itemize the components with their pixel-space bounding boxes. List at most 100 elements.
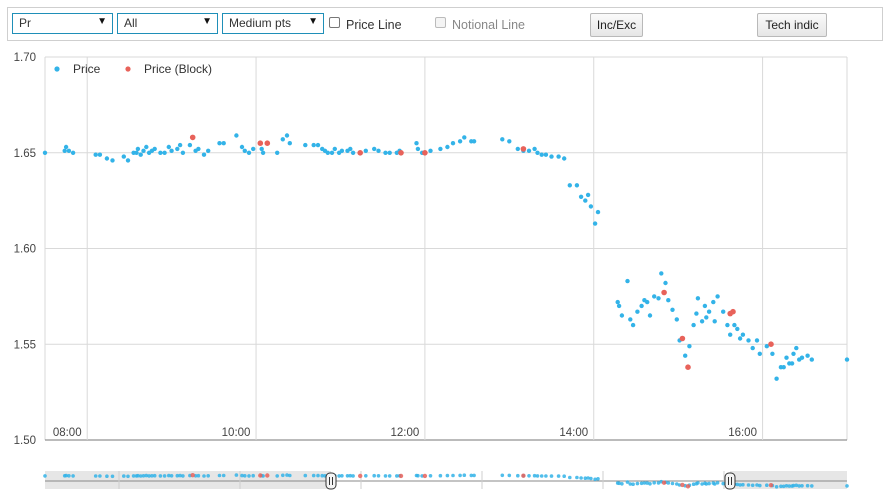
navigator-price-point [217,473,222,478]
handle-body [325,472,337,490]
price-point [175,146,180,152]
price-point [539,152,544,157]
legend-marker [125,66,131,72]
navigator-price-point [351,474,355,478]
price-point [196,146,201,152]
price-point [152,146,157,152]
price-point [372,146,377,152]
price-point [121,154,127,159]
navigator-price-point [758,483,762,488]
price-point [809,357,814,362]
price-point [635,309,640,314]
price-point [138,152,143,157]
legend-marker [54,66,60,72]
price-point [62,148,67,153]
price-point [670,307,675,312]
price-point [721,309,726,314]
price-point [656,296,661,301]
block-price-point [257,140,264,146]
price-point [711,299,716,305]
navigator-price-point [93,474,98,478]
block-price-point [398,150,404,156]
block-price-point [357,150,364,156]
navigator-right-handle[interactable] [724,472,736,490]
price-point [284,133,290,138]
legend-label: Price [73,62,101,76]
price-point [639,303,644,309]
navigator-price-point [800,484,804,488]
price-point [125,158,131,163]
price-point [325,150,330,155]
price-point [260,150,266,155]
price-point [595,209,601,215]
navigator-price-point [243,474,247,478]
price-point [187,142,193,148]
navigator-price-point [549,474,554,478]
navigator-price-point [774,485,779,489]
navigator-price-point [311,473,316,478]
price-point [799,355,805,360]
price-point [737,336,743,341]
navigator-price-point [181,474,185,478]
navigator-price-point [438,473,443,478]
price-point [332,146,337,152]
x-axis-ticks: 08:00 10:00 12:00 14:00 16:00 [53,427,757,439]
price-point [562,156,567,161]
navigator-price-point [43,474,47,478]
price-point [750,345,755,351]
price-point [166,144,171,150]
navigator-price-point [707,481,711,486]
navigator-price-point [652,481,656,485]
navigator-price-point [251,473,255,478]
price-point [350,150,356,155]
price-point [104,156,110,161]
price-point [526,148,532,153]
navigator-price-point [247,474,251,478]
navigator-left-handle[interactable] [325,472,337,490]
navigator-price-point [500,473,505,478]
navigator-price-point [416,473,420,478]
navigator-price-point [516,473,520,478]
navigator-price-point [275,474,280,478]
block-price-point [679,335,686,342]
navigator-selected-range [331,471,730,489]
y-tick-label: 1.65 [14,148,36,160]
price-point [383,150,388,155]
price-point [578,194,584,199]
price-point [234,133,239,138]
price-point [93,152,98,157]
block-price-point [685,364,691,371]
price-point [428,148,433,153]
price-point [592,221,598,226]
navigator-price-point [126,474,130,479]
price-point [728,332,733,337]
price-point [471,139,477,144]
price-point [674,317,679,322]
navigator-price-point [152,473,157,478]
price-point [70,150,76,155]
navigator-price-point [458,473,462,478]
navigator-price-point [303,473,308,478]
navigator-price-point [579,476,583,480]
price-point [134,150,139,155]
x-tick-label: 16:00 [728,427,757,439]
price-point [567,183,572,188]
price-point [251,146,256,152]
navigator-price-point [196,473,201,478]
price-point [715,294,720,299]
price-point [543,152,549,157]
price-point [615,299,620,305]
navigator-block-point [768,483,774,488]
price-point [450,141,456,146]
navigator-price-point [445,473,450,478]
navigator-price-point [635,481,640,486]
navigator-block-point [358,473,363,479]
price-point [415,146,421,152]
price-point [242,148,247,153]
chart-legend[interactable]: Price Price (Block) [54,62,212,76]
chart-grid [44,56,848,441]
time-navigator[interactable] [43,471,849,490]
price-point [735,326,740,332]
block-price-point [189,134,196,141]
navigator-price-point [539,474,544,478]
